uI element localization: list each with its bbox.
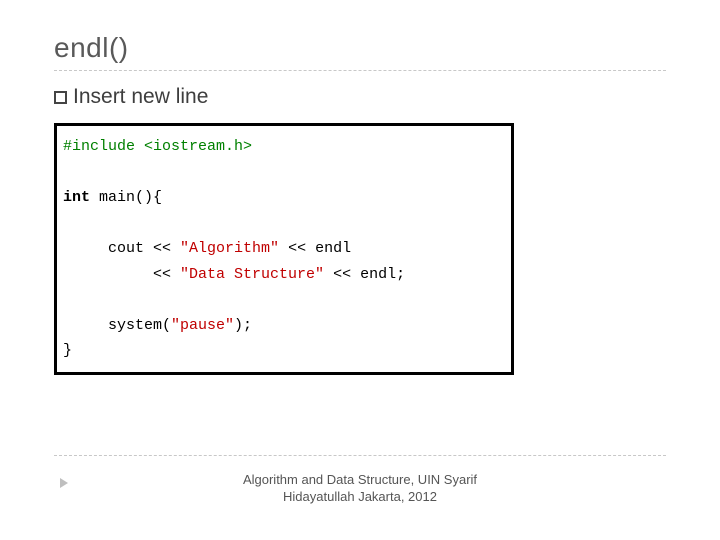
code-cout2-post: << endl; <box>324 266 405 283</box>
slide: endl() Insert new line #include <iostrea… <box>0 0 720 540</box>
square-bullet-icon <box>54 91 67 104</box>
footer-line-2: Hidayatullah Jakarta, 2012 <box>283 489 437 504</box>
code-system-str: "pause" <box>171 317 234 334</box>
code-cout1-pre: cout << <box>63 240 180 257</box>
footer-divider <box>54 455 666 456</box>
page-title: endl() <box>54 32 666 64</box>
code-line-close: } <box>63 338 505 364</box>
code-blank-1 <box>63 160 505 186</box>
code-line-cout2: << "Data Structure" << endl; <box>63 262 505 288</box>
code-line-include: #include <iostream.h> <box>63 134 505 160</box>
code-cout1-str: "Algorithm" <box>180 240 279 257</box>
code-cout1-post: << endl <box>279 240 351 257</box>
footer-text: Algorithm and Data Structure, UIN Syarif… <box>0 471 720 506</box>
code-cout2-pre: << <box>63 266 180 283</box>
code-main-rest: main(){ <box>90 189 162 206</box>
bullet-row: Insert new line <box>54 85 666 109</box>
code-line-main: int main(){ <box>63 185 505 211</box>
footer-line-1: Algorithm and Data Structure, UIN Syarif <box>243 472 477 487</box>
code-blank-2 <box>63 211 505 237</box>
code-snippet: #include <iostream.h> int main(){ cout <… <box>54 123 514 375</box>
title-divider <box>54 70 666 71</box>
code-cout2-str: "Data Structure" <box>180 266 324 283</box>
code-close-brace: } <box>63 342 72 359</box>
code-kw-int: int <box>63 189 90 206</box>
code-blank-3 <box>63 287 505 313</box>
code-line-system: system("pause"); <box>63 313 505 339</box>
title-block: endl() <box>54 32 666 64</box>
code-system-pre: system( <box>63 317 171 334</box>
code-line-cout1: cout << "Algorithm" << endl <box>63 236 505 262</box>
code-system-post: ); <box>234 317 252 334</box>
bullet-text: Insert new line <box>73 85 208 109</box>
code-include: #include <iostream.h> <box>63 138 252 155</box>
